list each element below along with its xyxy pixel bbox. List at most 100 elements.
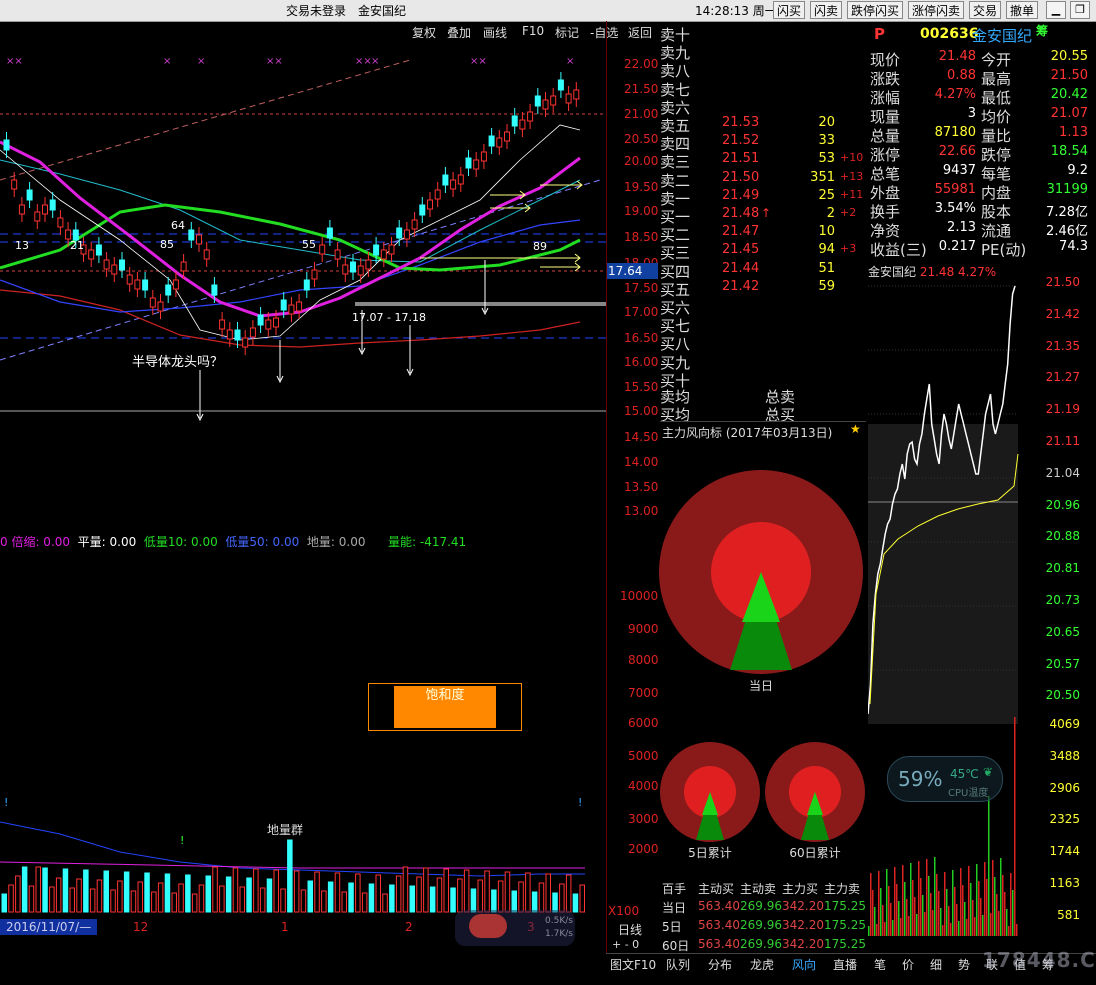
intraday-price-tick: 20.73 — [1045, 593, 1080, 607]
bottom-tab[interactable]: 细 — [930, 956, 942, 973]
intraday-chart[interactable] — [868, 264, 1020, 944]
bid-row[interactable]: 买三 21.45 94 +3 — [660, 242, 865, 262]
mark-button[interactable]: 标记 — [555, 24, 579, 41]
ask-row[interactable]: 卖九 — [660, 42, 865, 62]
limit-down-flash-buy-button[interactable]: 跌停闪买 — [847, 1, 904, 19]
back-button[interactable]: 返回 — [628, 24, 652, 41]
minimize-icon[interactable]: ▁ — [1046, 1, 1066, 19]
bid-row[interactable]: 买二 21.47 10 — [660, 224, 865, 244]
volume-bar — [55, 877, 62, 913]
ask-row[interactable]: 卖七 — [660, 79, 865, 99]
svg-text:××: ×× — [355, 56, 372, 67]
flash-sell-button[interactable]: 闪卖 — [810, 1, 843, 19]
volume-bar — [375, 874, 381, 913]
candle — [373, 244, 380, 256]
ask-row[interactable]: 卖八 — [660, 60, 865, 80]
bottom-tab[interactable]: 笔 — [874, 956, 886, 973]
flat-volume-value: 平量: 0.00 — [77, 535, 137, 549]
bid-change: +2 — [840, 206, 857, 219]
ask-row[interactable]: 卖五 21.53 20 — [660, 115, 865, 135]
intraday-price-tick: 20.57 — [1045, 656, 1080, 671]
bottom-tab[interactable]: 价 — [902, 956, 914, 973]
cpu-widget[interactable]: 59% 45℃ ❦ CPU温度 — [887, 756, 1003, 802]
cancel-order-button[interactable]: 撤单 — [1006, 1, 1039, 19]
restore-icon[interactable]: ❐ — [1070, 1, 1090, 19]
bid-volume: 59 — [818, 278, 835, 294]
volume-bar — [382, 893, 388, 913]
intraday-volume-tick: 3488 — [1049, 748, 1080, 763]
bottom-tab[interactable]: 龙虎 — [750, 956, 774, 973]
intraday-volume-bar — [958, 921, 960, 936]
cpu-percent: 59% — [898, 767, 943, 791]
indicator-legend: 0 倍缩: 0.00 平量: 0.00 低量10: 0.00 低量50: 0.0… — [0, 533, 365, 550]
ask-row[interactable]: 卖四 21.52 33 — [660, 133, 865, 153]
ask-row[interactable]: 卖六 — [660, 97, 865, 117]
flow-table-header: 主动买 — [698, 882, 735, 896]
candle — [211, 284, 218, 296]
volume-bar — [123, 871, 130, 913]
bottom-tab[interactable]: 直播 — [833, 956, 857, 973]
draw-line-button[interactable]: 画线 — [483, 24, 507, 41]
limit-up-flash-sell-button[interactable]: 涨停闪卖 — [908, 1, 965, 19]
quote-row: 现价 21.48 今开 20.55 — [868, 49, 1096, 69]
bid-row[interactable]: 买十 — [660, 370, 865, 390]
net-speed-widget[interactable]: 0.5K/s 1.7K/s — [455, 910, 575, 946]
intraday-volume-bar — [918, 861, 920, 936]
candle — [65, 229, 72, 240]
overlay-button[interactable]: 叠加 — [447, 24, 471, 41]
intraday-volume-bar — [992, 860, 994, 936]
trade-button[interactable]: 交易 — [969, 1, 1002, 19]
adjust-button[interactable]: 复权 — [412, 24, 436, 41]
bottom-tab[interactable]: 分布 — [708, 956, 732, 973]
intraday-volume-bar — [1006, 909, 1008, 936]
intraday-volume-bar — [1016, 924, 1018, 936]
flash-buy-button[interactable]: 闪买 — [773, 1, 806, 19]
volume-bar — [62, 868, 69, 913]
volume-bar — [565, 874, 572, 913]
bid-row[interactable]: 买四 21.44 51 — [660, 261, 865, 281]
intraday-volume-bar — [874, 907, 876, 936]
ask-row[interactable]: 卖二 21.50 351 +13 — [660, 170, 865, 190]
flow-table: X100 日线 + - 0 百手 主动买 主动卖 主力买 主力卖 当日 563.40 269.… — [606, 876, 868, 956]
bottom-tab[interactable]: 风向 — [792, 956, 816, 973]
ask-price: 21.53 — [722, 115, 760, 130]
marker-89: 89 — [533, 240, 547, 253]
intraday-volume-bar — [928, 876, 930, 936]
intraday-price-tick: 21.04 — [1045, 465, 1080, 480]
ask-row[interactable]: 卖三 21.51 53 +10 — [660, 151, 865, 171]
bid-row[interactable]: 买六 — [660, 297, 865, 317]
quote-value: 21.50 — [1050, 68, 1088, 83]
bid-row[interactable]: 买一 21.48 ↑ 2 +2 — [660, 206, 865, 226]
intraday-price-tick: 20.96 — [1045, 497, 1080, 512]
intraday-volume-bar — [1008, 926, 1010, 936]
bid-row[interactable]: 买八 — [660, 333, 865, 353]
f10-button[interactable]: F10 — [522, 24, 544, 38]
ask-row[interactable]: 卖十 — [660, 24, 865, 44]
intraday-volume-bar — [1010, 873, 1012, 936]
kline-chart[interactable]: ×× × × ×× ×× × ×× × 13 21 85 64 55 89 17.07 -… — [0, 40, 606, 440]
stock-name-title: 金安国纪 — [358, 4, 407, 18]
intraday-volume-bar — [914, 897, 916, 936]
quote-value: 1.13 — [1059, 125, 1088, 140]
bottom-tab[interactable]: 队列 — [666, 956, 690, 973]
bid-row[interactable]: 买九 — [660, 352, 865, 372]
bid-row[interactable]: 买七 — [660, 315, 865, 335]
quote-row: 换手 3.54% 股本 7.28亿 — [868, 201, 1096, 221]
flow-table-cell: 269.96 — [740, 918, 782, 932]
intraday-volume-bar — [950, 923, 952, 936]
stock-name: 金安国纪 — [972, 27, 1033, 45]
bottom-tab[interactable]: 势 — [958, 956, 970, 973]
candle — [57, 217, 64, 228]
intraday-volume-tick: 1163 — [1049, 876, 1080, 890]
quote-row: 涨幅 4.27% 最低 20.42 — [868, 87, 1096, 107]
candle — [3, 139, 10, 151]
intraday-volume-bar — [1014, 717, 1016, 936]
tab-f10[interactable]: 图文F10 — [610, 956, 656, 973]
ask-row[interactable]: 卖一 21.49 25 +11 — [660, 188, 865, 208]
current-price-tag: 17.64 — [606, 263, 658, 279]
watchlist-button[interactable]: -自选 — [590, 24, 618, 41]
zoom-controls[interactable]: + - 0 — [612, 938, 639, 951]
volume-bar — [1, 893, 7, 913]
bid-row[interactable]: 买五 21.42 59 — [660, 278, 865, 299]
volume-bar — [321, 890, 327, 913]
